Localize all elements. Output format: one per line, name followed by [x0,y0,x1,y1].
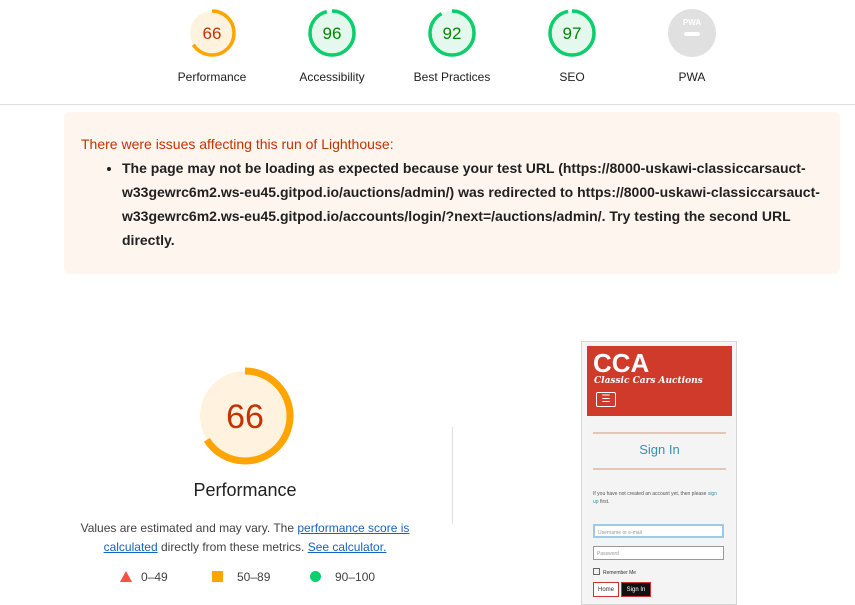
circle-icon [310,571,321,582]
signin-button: Sign In [621,582,651,597]
pwa-badge-icon: PWA [668,9,716,57]
section-divider [452,427,453,524]
performance-gauge-ring: 66 [188,9,236,57]
final-screenshot[interactable]: CCA Classic Cars Auctions ☰ Sign In If y… [581,341,737,605]
gauge-label: Accessibility [299,70,365,84]
site-tagline: Classic Cars Auctions [594,376,703,386]
performance-title: Performance [193,480,297,500]
performance-section: 66 Performance Values are estimated and … [60,360,430,557]
gauge-score: 96 [323,24,342,43]
warning-item: The page may not be loading as expected … [122,156,822,252]
gauge-accessibility[interactable]: 96 Accessibility [272,8,392,84]
remember-me: Remember Me [593,568,636,576]
checkbox-icon [593,568,600,575]
gauge-score: 92 [443,24,462,43]
signin-heading: Sign In [639,442,680,457]
gauge-label: Performance [177,70,247,84]
triangle-icon [120,571,132,582]
square-icon [212,571,223,582]
best-practices-gauge-ring: 92 [428,9,476,57]
notice-text: first. [598,499,610,505]
score-legend: 0–49 50–89 90–100 [120,570,410,586]
category-gauges: 66 Performance 96 Accessibility 92 Best … [0,0,855,105]
signup-notice: If you have not created an account yet, … [593,490,723,506]
remember-label: Remember Me [603,570,637,576]
divider [593,468,726,470]
run-warnings: There were issues affecting this run of … [64,112,840,274]
password-field: Password [593,546,724,560]
gauge-pwa[interactable]: PWA PWA [632,8,752,84]
gauge-score: 66 [226,398,264,436]
legend-average: 50–89 [212,570,270,584]
gauge-seo[interactable]: 97 SEO [512,8,632,84]
pwa-badge-text: PWA [683,18,701,27]
legend-pass: 90–100 [310,570,375,584]
divider [593,432,726,434]
accessibility-gauge-ring: 96 [308,9,356,57]
see-calculator-link[interactable]: See calculator. [308,540,387,554]
home-button: Home [593,582,619,597]
site-logo: CCA [593,348,650,378]
gauge-score: 66 [203,24,222,43]
warnings-list: The page may not be loading as expected … [104,156,822,252]
gauge-performance[interactable]: 66 Performance [152,8,272,84]
desc-text: Values are estimated and may vary. The [80,521,298,535]
legend-pass-label: 90–100 [335,570,376,584]
warnings-title: There were issues affecting this run of … [81,136,394,152]
gauge-label: Best Practices [413,70,491,84]
notice-text: If you have not created an account yet, … [593,491,708,497]
legend-fail-label: 0–49 [141,570,168,584]
site-header: CCA Classic Cars Auctions ☰ [587,346,732,416]
legend-fail: 0–49 [120,570,168,584]
gauge-best-practices[interactable]: 92 Best Practices [392,8,512,84]
hamburger-menu-icon: ☰ [596,392,616,407]
gauge-label: SEO [559,70,585,84]
username-field: Username or e-mail [593,524,724,538]
performance-description: Values are estimated and may vary. The p… [75,519,415,557]
gauge-label: PWA [678,70,706,84]
pwa-badge-dash [684,32,700,36]
gauge-score: 97 [563,24,582,43]
performance-large-gauge: 66 [196,367,294,465]
login-form: Sign In If you have not created an accou… [587,416,732,604]
legend-average-label: 50–89 [237,570,271,584]
desc-text: directly from these metrics. [157,540,308,554]
seo-gauge-ring: 97 [548,9,596,57]
